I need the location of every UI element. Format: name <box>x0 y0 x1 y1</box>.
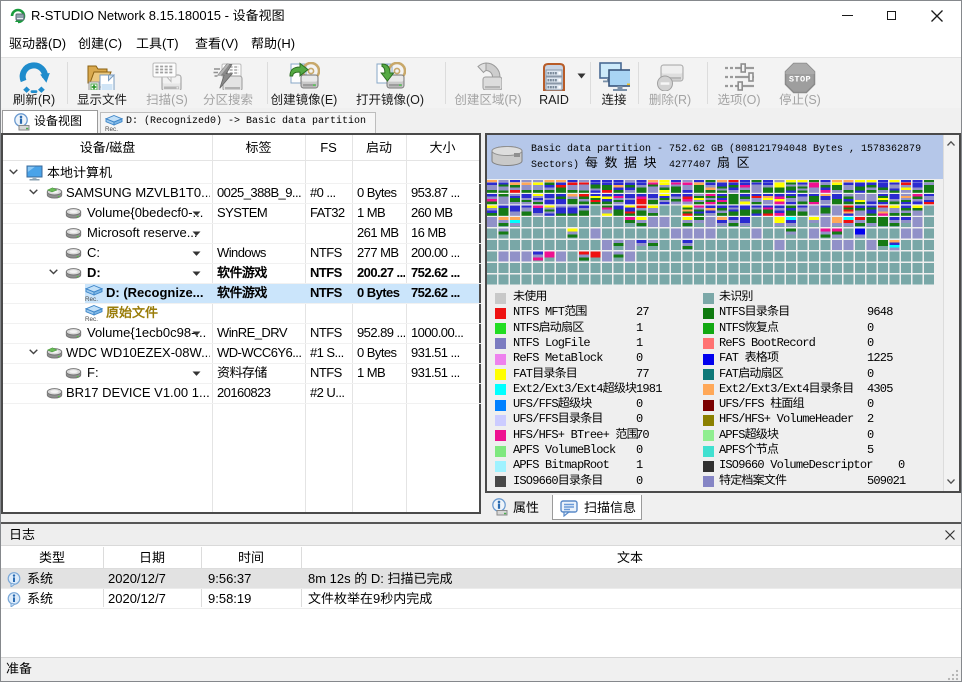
svg-text:Rec.: Rec. <box>85 316 98 322</box>
svg-text:STOP: STOP <box>789 75 811 85</box>
svg-text:Rec.: Rec. <box>105 126 118 132</box>
svg-text:Rec.: Rec. <box>85 296 98 302</box>
